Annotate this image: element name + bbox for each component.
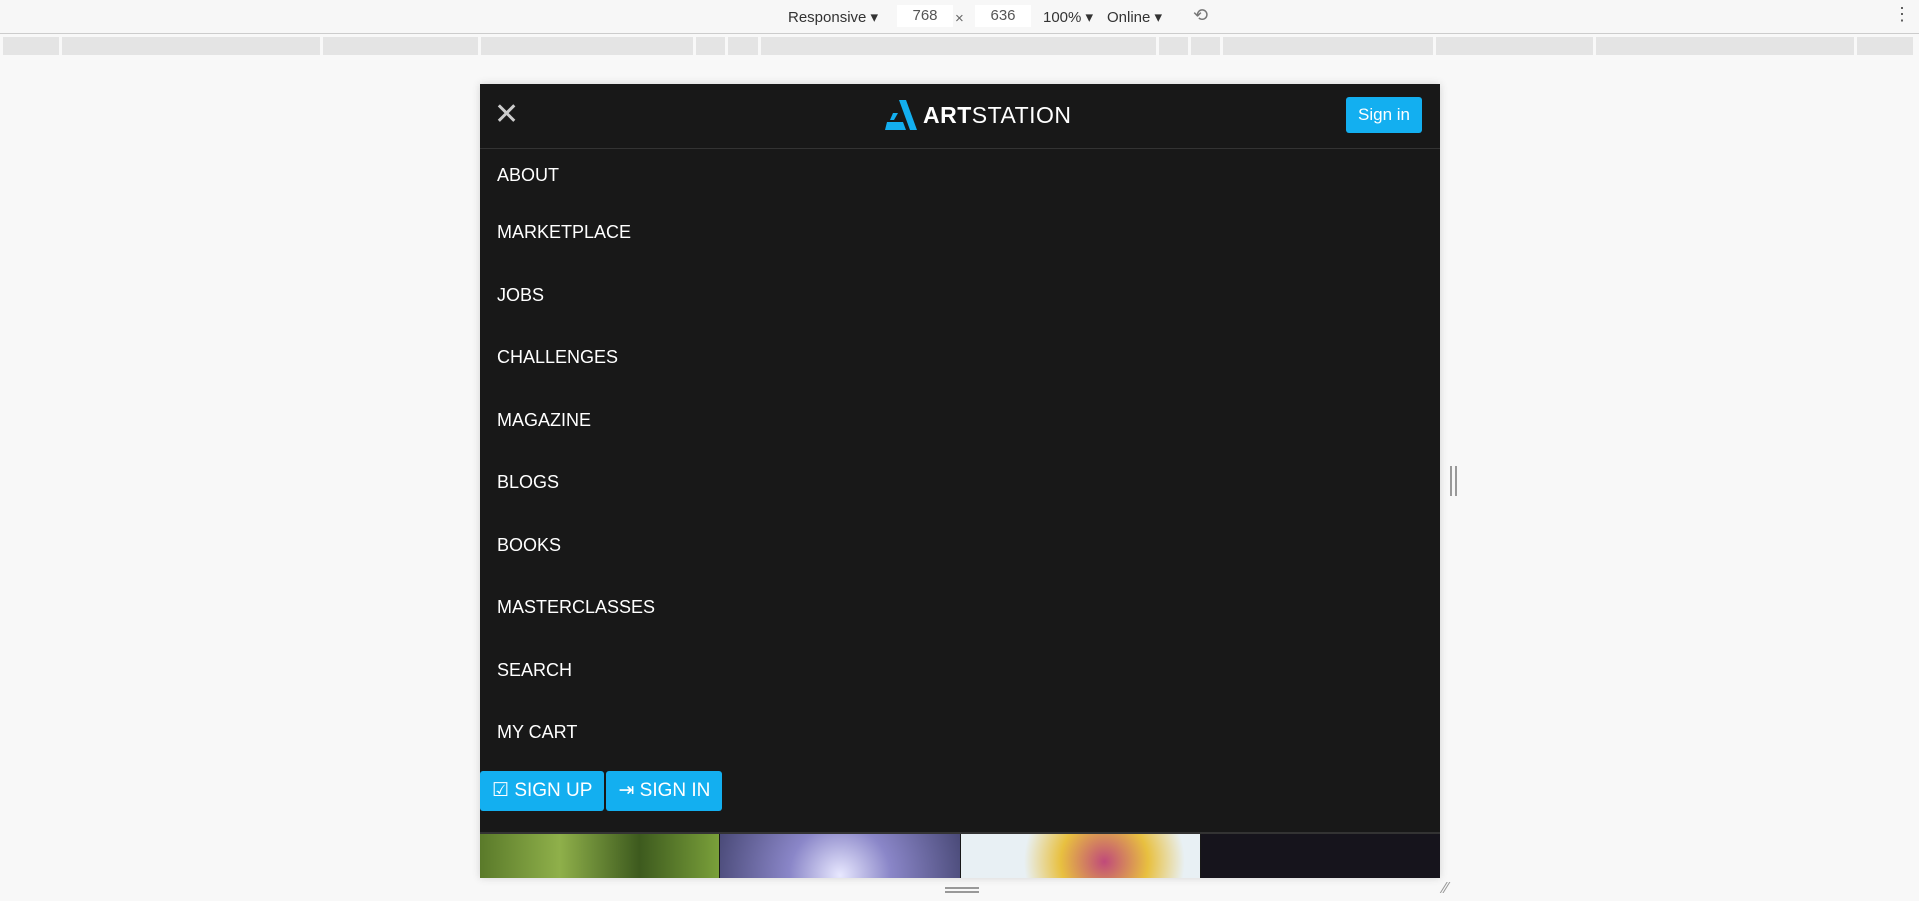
site-header: ✕ ARTSTATION Sign in	[480, 84, 1440, 149]
sign-up-label: SIGN UP	[514, 780, 593, 801]
auth-buttons: ☑ SIGN UP ⇥ SIGN IN	[480, 771, 723, 811]
resize-handle-right[interactable]	[1450, 466, 1457, 496]
menu-item-about[interactable]: ABOUT	[480, 149, 1440, 201]
resize-handle-bottom[interactable]	[945, 887, 979, 893]
menu-item-my-cart[interactable]: MY CART	[480, 701, 1440, 764]
menu-item-magazine[interactable]: MAGAZINE	[480, 389, 1440, 452]
network-label: Online	[1107, 9, 1151, 26]
sign-in-icon: ⇥	[618, 780, 635, 801]
thumbnail-dark[interactable]	[1200, 834, 1440, 878]
thumbnail-character[interactable]	[960, 834, 1200, 878]
menu-item-search[interactable]: SEARCH	[480, 639, 1440, 702]
resize-corner-icon[interactable]: ⁄⁄	[1443, 880, 1448, 898]
artstation-logo[interactable]: ARTSTATION	[885, 100, 1072, 130]
thumbnail-creature[interactable]	[720, 834, 960, 878]
times-label: ×	[955, 10, 964, 27]
device-select[interactable]: Responsive ▾	[788, 8, 878, 26]
thumbnail-forest[interactable]	[480, 834, 720, 878]
menu-item-jobs[interactable]: JOBS	[480, 264, 1440, 327]
close-icon[interactable]: ✕	[494, 100, 519, 130]
zoom-label: 100%	[1043, 9, 1082, 26]
sign-up-button[interactable]: ☑ SIGN UP	[480, 771, 605, 811]
height-input[interactable]: 636	[975, 5, 1031, 27]
more-icon[interactable]: ⋮	[1893, 4, 1911, 25]
menu-item-blogs[interactable]: BLOGS	[480, 451, 1440, 514]
device-label: Responsive	[788, 9, 867, 26]
sign-in-menu-button[interactable]: ⇥ SIGN IN	[606, 771, 723, 811]
sign-in-button[interactable]: Sign in	[1346, 97, 1422, 133]
media-query-bar[interactable]	[3, 37, 1916, 55]
menu-item-marketplace[interactable]: MARKETPLACE	[480, 201, 1440, 264]
menu-item-books[interactable]: BOOKS	[480, 514, 1440, 577]
logo-icon	[885, 100, 917, 130]
menu-item-masterclasses[interactable]: MASTERCLASSES	[480, 576, 1440, 639]
width-input[interactable]: 768	[897, 5, 953, 27]
menu-item-challenges[interactable]: CHALLENGES	[480, 326, 1440, 389]
zoom-select[interactable]: 100% ▾	[1043, 8, 1093, 26]
nav-menu: ABOUT MARKETPLACE JOBS CHALLENGES MAGAZI…	[480, 149, 1440, 764]
logo-text: ARTSTATION	[923, 101, 1072, 128]
edit-icon: ☑	[492, 780, 510, 801]
network-select[interactable]: Online ▾	[1107, 8, 1162, 26]
devtools-toolbar: Responsive ▾ 768 × 636 100% ▾ Online ▾ ⟲…	[0, 0, 1919, 34]
sign-in-label: SIGN IN	[639, 780, 711, 801]
device-viewport: ✕ ARTSTATION Sign in ABOUT MARKETPLACE J…	[480, 84, 1440, 878]
rotate-icon[interactable]: ⟲	[1193, 5, 1208, 26]
artwork-thumbnails	[480, 832, 1440, 878]
